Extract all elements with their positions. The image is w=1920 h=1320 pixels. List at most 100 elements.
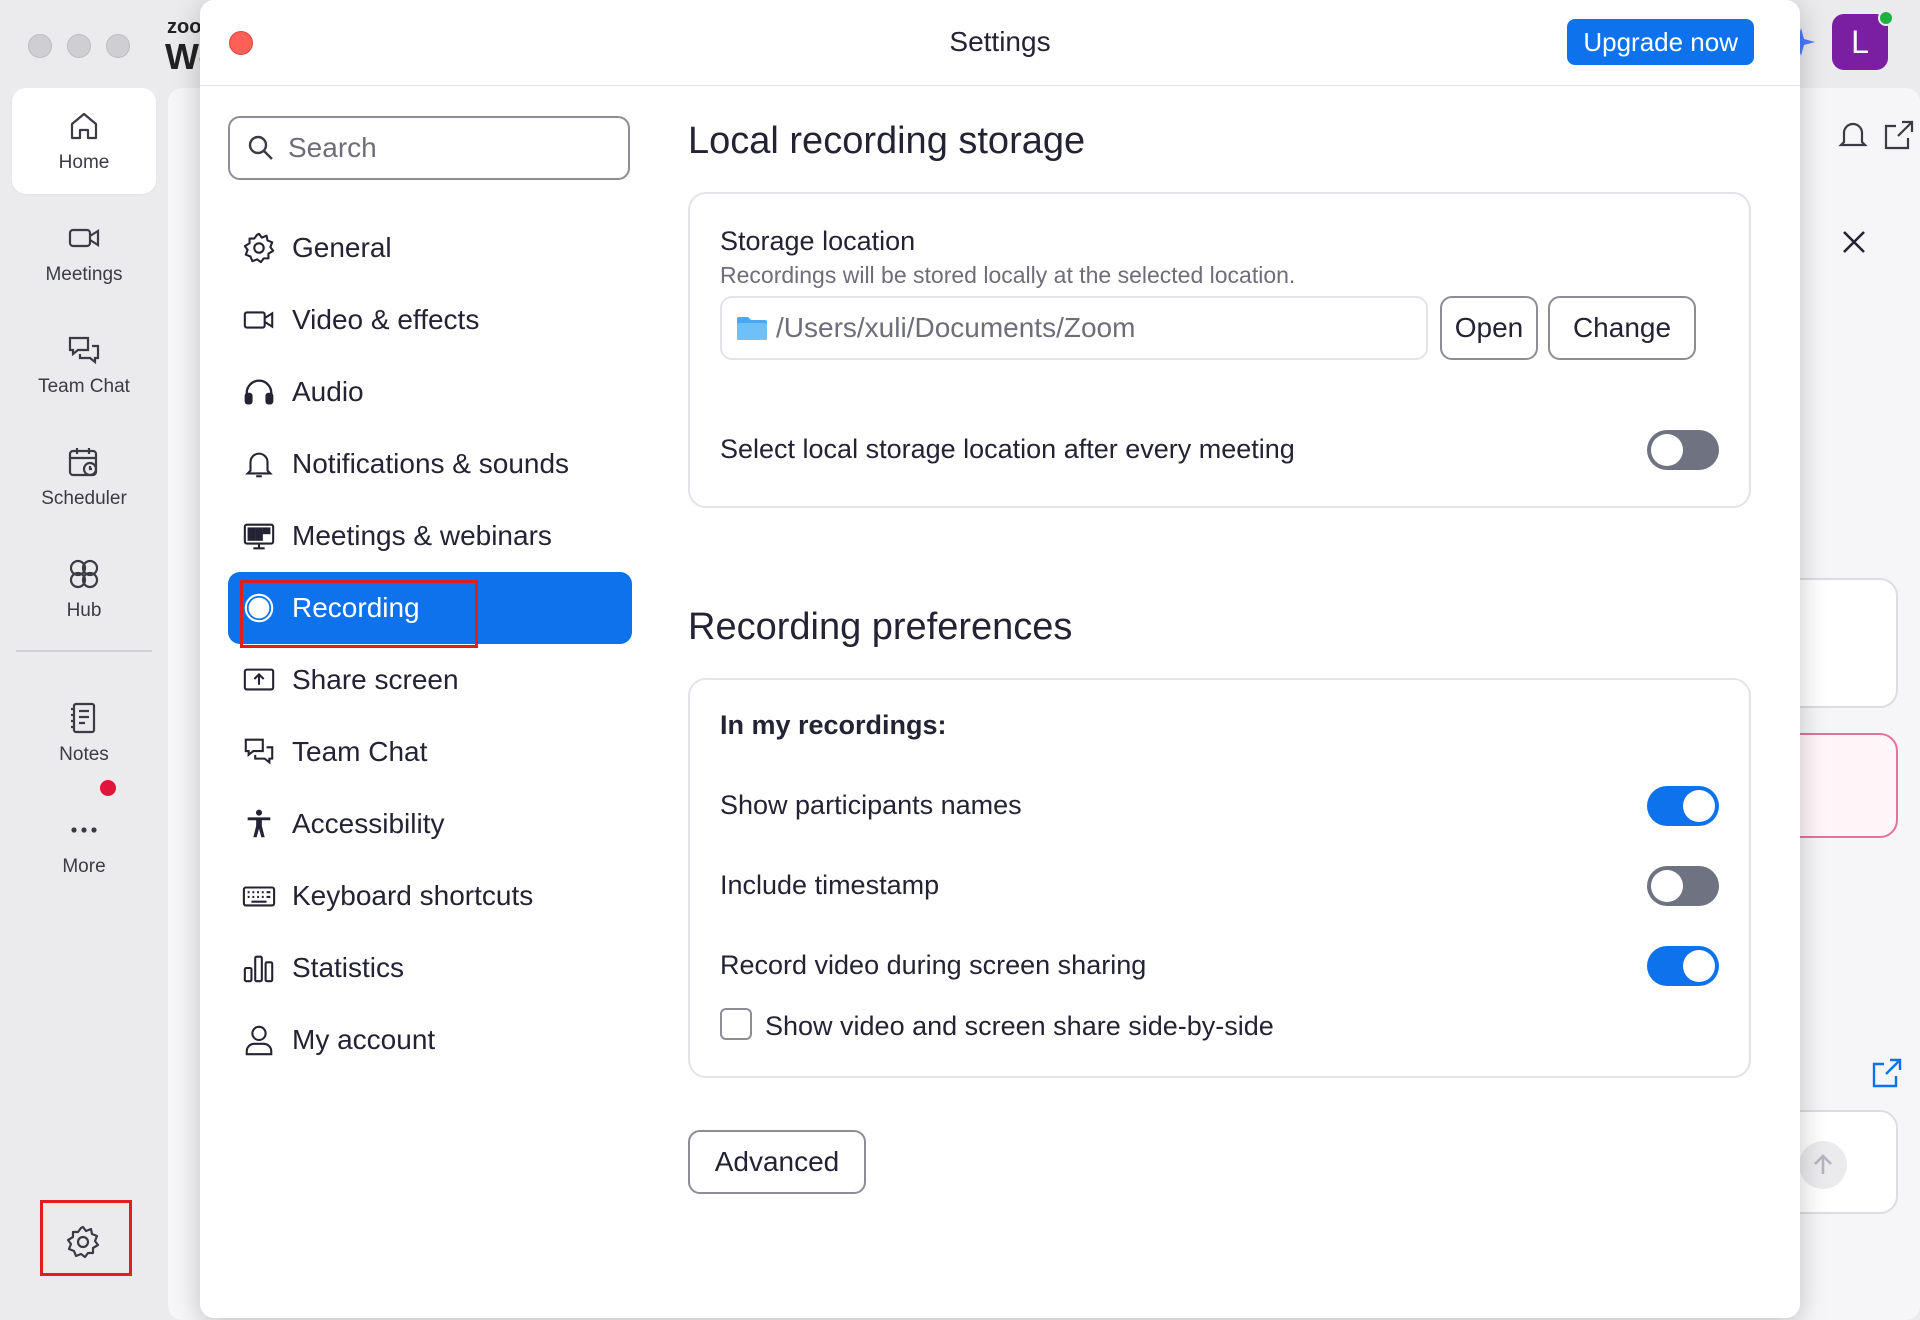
nav-hub[interactable]: Hub — [12, 536, 156, 642]
sidebar-item-label: Recording — [292, 592, 420, 623]
sidebar-item-team-chat[interactable]: Team Chat — [228, 716, 632, 788]
avatar[interactable]: L — [1832, 10, 1894, 70]
include-timestamp-toggle[interactable] — [1647, 866, 1719, 906]
window-close-button[interactable] — [28, 34, 52, 58]
sidebar-item-label: Share screen — [292, 664, 459, 695]
keyboard-icon — [242, 886, 276, 907]
show-participants-names-label: Show participants names — [720, 790, 1022, 820]
record-icon — [244, 593, 274, 623]
sidebar-item-share-screen[interactable]: Share screen — [228, 644, 632, 716]
sidebar-item-label: My account — [292, 1024, 436, 1055]
settings-search[interactable] — [228, 116, 630, 180]
change-folder-button[interactable]: Change — [1548, 296, 1696, 360]
open-folder-button[interactable]: Open — [1440, 296, 1538, 360]
sidebar-item-accessibility[interactable]: Accessibility — [228, 788, 632, 860]
recording-preferences-heading: Recording preferences — [688, 606, 1073, 648]
nav-home-label: Home — [58, 152, 110, 173]
pop-out-icon[interactable] — [1882, 118, 1916, 152]
storage-location-description: Recordings will be stored locally at the… — [720, 262, 1296, 288]
sidebar-item-notifications[interactable]: Notifications & sounds — [228, 428, 632, 500]
bar-chart-icon — [243, 955, 274, 983]
nav-more[interactable]: More — [12, 792, 156, 898]
hub-icon — [69, 559, 99, 589]
sidebar-item-audio[interactable]: Audio — [228, 356, 632, 428]
storage-card: Storage location Recordings will be stor… — [688, 192, 1751, 508]
record-video-screen-sharing-toggle[interactable] — [1647, 946, 1719, 986]
sidebar-item-label: Keyboard shortcuts — [292, 880, 534, 911]
window-controls — [28, 34, 130, 58]
search-input[interactable] — [288, 132, 608, 164]
sidebar-item-label: Notifications & sounds — [292, 448, 570, 479]
sidebar-item-meetings-webinars[interactable]: Meetings & webinars — [228, 500, 632, 572]
storage-location-label: Storage location — [720, 226, 916, 256]
sidebar-item-general[interactable]: General — [228, 212, 632, 284]
nav-notes-label: Notes — [59, 744, 109, 765]
chat-bubbles-icon — [68, 336, 100, 365]
home-icon — [70, 112, 98, 140]
nav-hub-label: Hub — [66, 600, 102, 621]
notes-icon — [71, 702, 96, 734]
video-camera-icon — [243, 311, 274, 329]
nav-scheduler-label: Scheduler — [41, 488, 127, 509]
folder-icon — [737, 317, 767, 340]
video-camera-icon — [68, 228, 100, 248]
sidebar-item-my-account[interactable]: My account — [228, 1004, 632, 1076]
sidebar-item-label: Accessibility — [292, 808, 445, 839]
preferences-card: In my recordings: Show participants name… — [688, 678, 1751, 1078]
advanced-button[interactable]: Advanced — [688, 1130, 866, 1194]
side-by-side-label: Show video and screen share side-by-side — [765, 1011, 1274, 1041]
show-participants-names-toggle[interactable] — [1647, 786, 1719, 826]
sidebar-item-label: Team Chat — [292, 736, 428, 767]
headphones-icon — [244, 379, 274, 405]
record-video-screen-sharing-label: Record video during screen sharing — [720, 950, 1147, 980]
sidebar-item-label: Video & effects — [292, 304, 480, 335]
sidebar-item-label: Meetings & webinars — [292, 520, 552, 551]
person-icon — [245, 1025, 273, 1056]
bell-icon — [245, 452, 273, 478]
avatar-initial: L — [1851, 23, 1869, 60]
nav-meetings[interactable]: Meetings — [12, 200, 156, 306]
nav-divider — [16, 650, 152, 652]
sidebar-item-recording[interactable]: Recording — [228, 572, 632, 648]
window-zoom-button[interactable] — [106, 34, 130, 58]
window-minimize-button[interactable] — [67, 34, 91, 58]
local-storage-heading: Local recording storage — [688, 120, 1086, 162]
online-status-dot — [1878, 10, 1894, 26]
select-location-toggle[interactable] — [1647, 430, 1719, 470]
storage-path-input[interactable] — [776, 312, 1416, 344]
dialog-title: Settings — [949, 26, 1051, 57]
side-by-side-checkbox[interactable] — [720, 1008, 752, 1040]
nav-notes[interactable]: Notes — [12, 680, 156, 786]
sidebar-item-label: Statistics — [292, 952, 405, 983]
in-my-recordings-label: In my recordings: — [720, 710, 947, 740]
sidebar-item-statistics[interactable]: Statistics — [228, 932, 632, 1004]
settings-dialog: Settings Upgrade now General Video & eff… — [200, 0, 1800, 1318]
settings-sidebar: General Video & effects Audio Notificati… — [228, 212, 632, 1076]
nav-more-label: More — [62, 856, 106, 877]
sidebar-item-label: Audio — [292, 376, 364, 407]
more-dots-icon — [71, 827, 97, 833]
bell-icon[interactable] — [1836, 118, 1870, 152]
upgrade-now-button[interactable]: Upgrade now — [1567, 19, 1754, 65]
accessibility-icon — [247, 809, 271, 838]
chat-bubbles-icon — [244, 738, 274, 765]
nav-meetings-label: Meetings — [45, 264, 123, 285]
nav-team-chat-label: Team Chat — [38, 376, 130, 397]
gear-icon — [243, 232, 275, 264]
nav-team-chat[interactable]: Team Chat — [12, 312, 156, 418]
nav-home[interactable]: Home — [12, 88, 156, 194]
share-screen-icon — [243, 668, 275, 691]
external-link-icon[interactable] — [1870, 1056, 1904, 1090]
search-icon — [248, 135, 273, 160]
sidebar-item-keyboard-shortcuts[interactable]: Keyboard shortcuts — [228, 860, 632, 932]
close-icon[interactable] — [1836, 224, 1872, 260]
sidebar-item-video-effects[interactable]: Video & effects — [228, 284, 632, 356]
meetings-grid-icon — [243, 523, 275, 550]
send-arrow-icon[interactable] — [1798, 1140, 1848, 1190]
nav-scheduler[interactable]: Scheduler — [12, 424, 156, 530]
include-timestamp-label: Include timestamp — [720, 870, 940, 900]
left-nav: Home Meetings Team Chat Scheduler Hub No… — [0, 80, 168, 1320]
notification-dot — [100, 780, 116, 796]
storage-path-field[interactable] — [720, 296, 1428, 360]
settings-header: Settings Upgrade now — [200, 0, 1800, 86]
